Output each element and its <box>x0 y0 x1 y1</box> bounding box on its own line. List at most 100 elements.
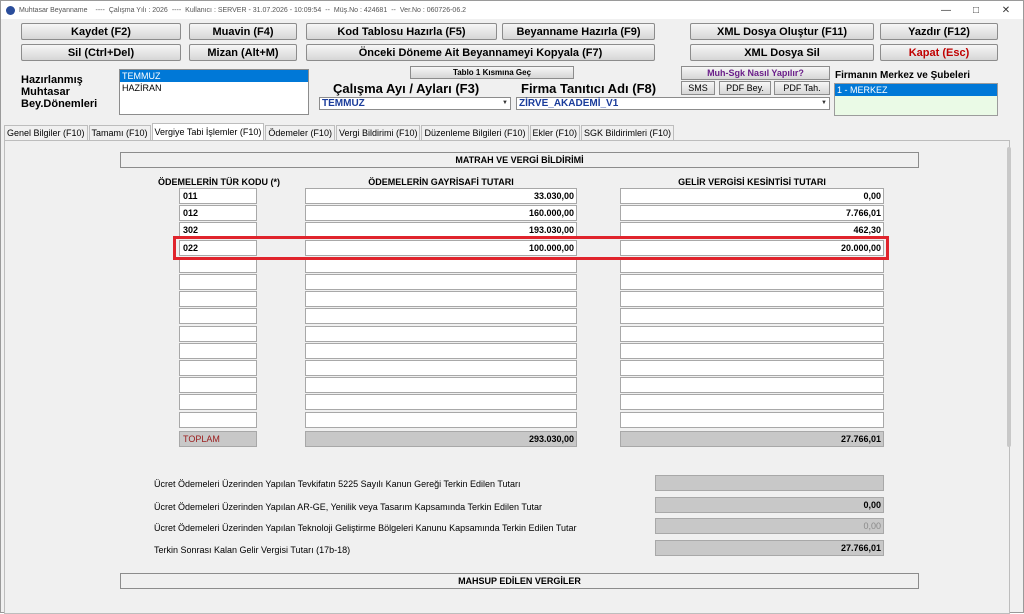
tur-kodu-cell[interactable] <box>179 308 257 324</box>
main-window: Muhtasar Beyanname ---- Çalışma Yılı : 2… <box>0 0 1024 614</box>
tur-kodu-cell[interactable]: 011 <box>179 188 257 204</box>
gayrisafi-cell[interactable] <box>305 326 577 342</box>
kesinti-cell[interactable] <box>620 377 884 393</box>
tur-kodu-cell[interactable]: 012 <box>179 205 257 221</box>
toplam-label: TOPLAM <box>179 431 257 447</box>
title-version: Ver.No : 060726-06.2 <box>399 6 467 14</box>
merkez-list[interactable]: 1 - MERKEZ <box>834 83 998 116</box>
tur-kodu-cell[interactable] <box>179 291 257 307</box>
title-musno: Müş.No : 424681 <box>333 6 388 14</box>
kesinti-cell[interactable] <box>620 343 884 359</box>
col-header-gayrisafi: ÖDEMELERİN GAYRİSAFİ TUTARI <box>368 177 514 187</box>
kesinti-cell[interactable] <box>620 412 884 428</box>
tur-kodu-cell[interactable] <box>179 394 257 410</box>
calisma-ayi-select[interactable]: TEMMUZ ▼ <box>319 97 511 110</box>
toplam-kesinti: 27.766,01 <box>620 431 884 447</box>
tab-vergiye-tabi-islemler[interactable]: Vergiye Tabi İşlemler (F10) <box>151 123 265 140</box>
yazdir-button[interactable]: Yazdır (F12) <box>880 23 998 40</box>
beyanname-hazirla-button[interactable]: Beyanname Hazırla (F9) <box>502 23 655 40</box>
donem-item[interactable]: HAZİRAN <box>120 82 308 94</box>
pdf-bey-button[interactable]: PDF Bey. <box>719 81 771 95</box>
title-sep: -- <box>325 6 330 14</box>
gayrisafi-cell[interactable] <box>305 360 577 376</box>
kesinti-cell[interactable] <box>620 291 884 307</box>
mahsup-section-title: MAHSUP EDİLEN VERGİLER <box>120 573 919 589</box>
gayrisafi-cell[interactable] <box>305 308 577 324</box>
pdf-tah-button[interactable]: PDF Tah. <box>774 81 830 95</box>
tab-ekler[interactable]: Ekler (F10) <box>529 125 581 140</box>
xml-sil-button[interactable]: XML Dosya Sil <box>690 44 874 61</box>
maximize-icon[interactable]: □ <box>961 1 991 19</box>
gayrisafi-cell[interactable] <box>305 394 577 410</box>
kesinti-cell[interactable] <box>620 394 884 410</box>
chevron-down-icon[interactable]: ▼ <box>500 98 510 109</box>
col-header-kod: ÖDEMELERİN TÜR KODU (*) <box>158 177 280 187</box>
vertical-scrollbar[interactable] <box>1007 147 1011 447</box>
muh-sgk-button[interactable]: Muh-Sgk Nasıl Yapılır? <box>681 66 830 80</box>
mizan-button[interactable]: Mizan (Alt+M) <box>189 44 297 61</box>
title-bar: Muhtasar Beyanname ---- Çalışma Yılı : 2… <box>1 1 1023 19</box>
kapat-button[interactable]: Kapat (Esc) <box>880 44 998 61</box>
tur-kodu-cell[interactable] <box>179 377 257 393</box>
minimize-icon[interactable]: — <box>931 1 961 19</box>
tab-strip: Genel Bilgiler (F10) Tamamı (F10) Vergiy… <box>4 123 675 140</box>
tab-odemeler[interactable]: Ödemeler (F10) <box>265 125 335 140</box>
tur-kodu-cell[interactable] <box>179 412 257 428</box>
close-icon[interactable]: ✕ <box>991 1 1021 19</box>
donem-item[interactable]: TEMMUZ <box>120 70 308 82</box>
tab-duzenleme-bilgileri[interactable]: Düzenleme Bilgileri (F10) <box>421 125 529 140</box>
terkin-sonrasi-label: Terkin Sonrası Kalan Gelir Vergisi Tutar… <box>154 545 351 555</box>
terkin-5225-field[interactable] <box>655 475 884 491</box>
firma-label: Firma Tanıtıcı Adı (F8) <box>521 81 657 96</box>
terkin-teknoloji-field[interactable]: 0,00 <box>655 518 884 534</box>
xml-olustur-button[interactable]: XML Dosya Oluştur (F11) <box>690 23 874 40</box>
hazirlanmis-label-line1: Hazırlanmış <box>21 74 83 86</box>
gayrisafi-cell[interactable] <box>305 377 577 393</box>
title-sep: -- <box>391 6 396 14</box>
tablo1-button[interactable]: Tablo 1 Kısmına Geç <box>410 66 574 79</box>
kesinti-cell[interactable]: 0,00 <box>620 188 884 204</box>
title-sep: ---- <box>95 6 105 14</box>
gayrisafi-cell[interactable]: 160.000,00 <box>305 205 577 221</box>
tur-kodu-cell[interactable] <box>179 343 257 359</box>
col-header-kesinti: GELİR VERGİSİ KESİNTİSİ TUTARI <box>678 177 826 187</box>
tab-genel-bilgiler[interactable]: Genel Bilgiler (F10) <box>4 125 88 140</box>
tur-kodu-cell[interactable] <box>179 360 257 376</box>
gayrisafi-cell[interactable] <box>305 412 577 428</box>
terkin-arge-field[interactable]: 0,00 <box>655 497 884 513</box>
gayrisafi-cell[interactable] <box>305 343 577 359</box>
calisma-ayi-value: TEMMUZ <box>322 98 365 109</box>
sms-button[interactable]: SMS <box>681 81 715 95</box>
calisma-ayi-label: Çalışma Ayı / Ayları (F3) <box>333 81 480 96</box>
tur-kodu-cell[interactable] <box>179 326 257 342</box>
kesinti-cell[interactable] <box>620 308 884 324</box>
gayrisafi-cell[interactable]: 33.030,00 <box>305 188 577 204</box>
kesinti-cell[interactable]: 7.766,01 <box>620 205 884 221</box>
tur-kodu-cell[interactable] <box>179 274 257 290</box>
terkin-5225-label: Ücret Ödemeleri Üzerinden Yapılan Tevkif… <box>154 479 521 489</box>
gayrisafi-cell[interactable] <box>305 274 577 290</box>
toplam-gayrisafi: 293.030,00 <box>305 431 577 447</box>
muavin-button[interactable]: Muavin (F4) <box>189 23 297 40</box>
kesinti-cell[interactable] <box>620 274 884 290</box>
tab-tamami[interactable]: Tamamı (F10) <box>88 125 151 140</box>
sil-button[interactable]: Sil (Ctrl+Del) <box>21 44 181 61</box>
firma-select[interactable]: ZİRVE_AKADEMİ_V1 ▼ <box>516 97 830 110</box>
terkin-teknoloji-label: Ücret Ödemeleri Üzerinden Yapılan Teknol… <box>154 523 577 533</box>
firma-value: ZİRVE_AKADEMİ_V1 <box>519 98 619 109</box>
kaydet-button[interactable]: Kaydet (F2) <box>21 23 181 40</box>
title-user-date: Kullanıcı : SERVER - 31.07.2026 - 10:09:… <box>185 6 322 14</box>
kod-tablosu-button[interactable]: Kod Tablosu Hazırla (F5) <box>306 23 497 40</box>
title-sep: ---- <box>171 6 182 14</box>
merkez-label: Firmanın Merkez ve Şubeleri <box>835 70 971 81</box>
merkez-item[interactable]: 1 - MERKEZ <box>835 84 997 96</box>
kesinti-cell[interactable] <box>620 360 884 376</box>
onceki-donem-button[interactable]: Önceki Döneme Ait Beyannameyi Kopyala (F… <box>306 44 655 61</box>
hazirlanmis-label-line3: Bey.Dönemleri <box>21 98 98 110</box>
tab-vergi-bildirimi[interactable]: Vergi Bildirimi (F10) <box>335 125 421 140</box>
kesinti-cell[interactable] <box>620 326 884 342</box>
chevron-down-icon[interactable]: ▼ <box>819 98 829 109</box>
gayrisafi-cell[interactable] <box>305 291 577 307</box>
tab-sgk-bildirimleri[interactable]: SGK Bildirimleri (F10) <box>581 125 675 140</box>
donemler-list[interactable]: TEMMUZ HAZİRAN <box>119 69 309 115</box>
